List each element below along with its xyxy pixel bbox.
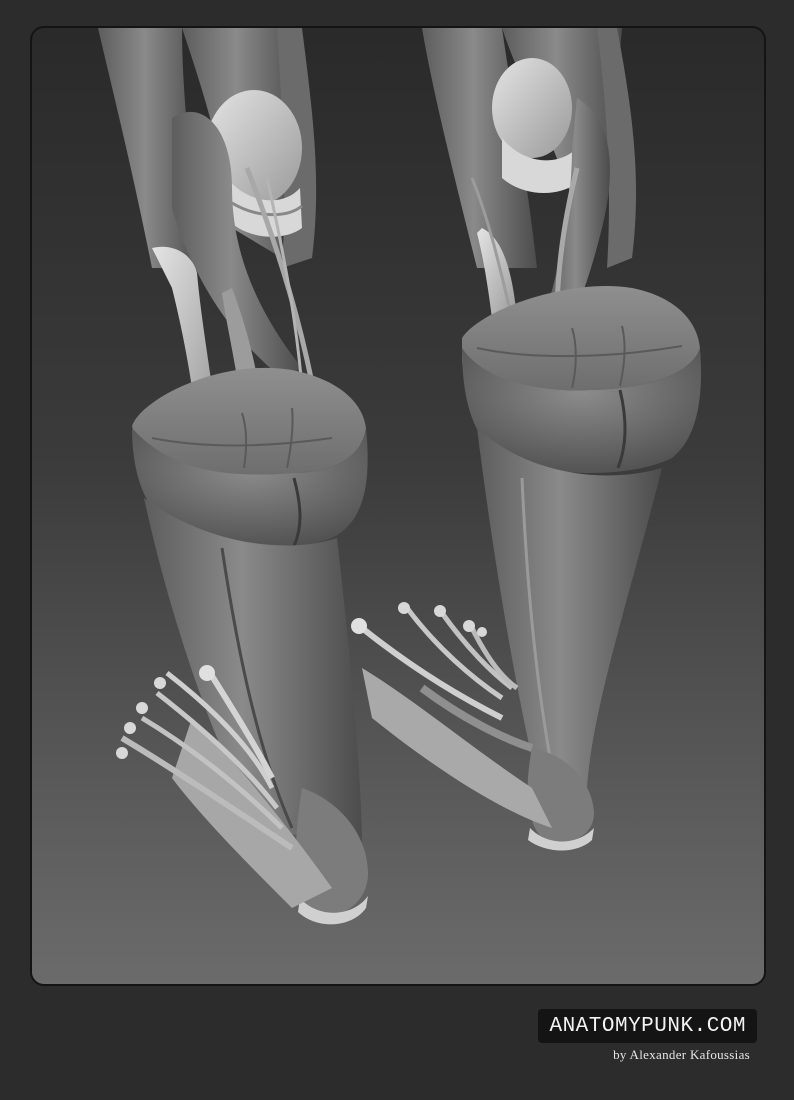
author-credit: by Alexander Kafoussias [613, 1047, 750, 1062]
site-label: ANATOMYPUNK.COM [549, 1014, 746, 1038]
site-badge[interactable]: ANATOMYPUNK.COM [538, 1009, 757, 1043]
page: ANATOMYPUNK.COM by Alexander Kafoussias [0, 0, 794, 1100]
right-leg [351, 28, 702, 851]
left-leg [98, 28, 368, 925]
anatomy-render [98, 28, 702, 925]
image-frame [30, 26, 766, 986]
